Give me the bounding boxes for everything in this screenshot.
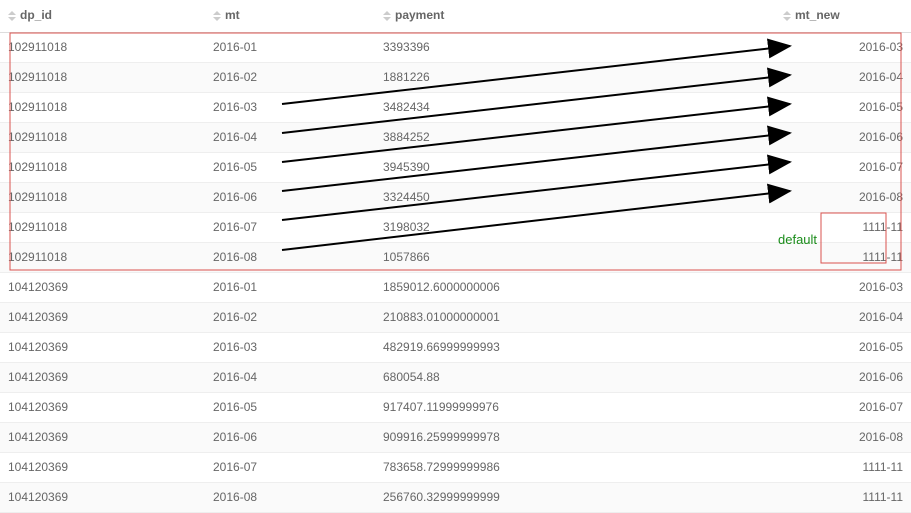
cell-payment: 917407.11999999976 [375, 392, 775, 422]
cell-mt: 2016-02 [205, 302, 375, 332]
col-header-mtnew[interactable]: mt_new [775, 0, 911, 32]
table-row: 1041203692016-05917407.119999999762016-0… [0, 392, 911, 422]
cell-mt_new: 2016-05 [775, 332, 911, 362]
table-row: 1029110182016-0133933962016-03 [0, 32, 911, 62]
cell-mt: 2016-03 [205, 92, 375, 122]
cell-mt: 2016-08 [205, 242, 375, 272]
cell-payment: 783658.72999999986 [375, 452, 775, 482]
col-header-label: mt_new [795, 8, 840, 22]
cell-mt_new: 1111-11 [775, 452, 911, 482]
cell-dp_id: 102911018 [0, 212, 205, 242]
col-header-label: payment [395, 8, 444, 22]
cell-mt: 2016-05 [205, 152, 375, 182]
table-row: 1041203692016-04680054.882016-06 [0, 362, 911, 392]
col-header-payment[interactable]: payment [375, 0, 775, 32]
annotation-default-label: default [778, 232, 817, 247]
cell-dp_id: 104120369 [0, 392, 205, 422]
cell-mt_new: 2016-08 [775, 422, 911, 452]
cell-payment: 3482434 [375, 92, 775, 122]
table-header-row: dp_id mt payment mt_new [0, 0, 911, 32]
cell-mt: 2016-02 [205, 62, 375, 92]
col-header-mt[interactable]: mt [205, 0, 375, 32]
cell-mt: 2016-03 [205, 332, 375, 362]
cell-dp_id: 102911018 [0, 152, 205, 182]
cell-mt: 2016-07 [205, 452, 375, 482]
cell-mt: 2016-04 [205, 122, 375, 152]
cell-payment: 909916.25999999978 [375, 422, 775, 452]
col-header-label: dp_id [20, 8, 52, 22]
cell-dp_id: 104120369 [0, 272, 205, 302]
cell-mt_new: 2016-03 [775, 32, 911, 62]
cell-payment: 210883.01000000001 [375, 302, 775, 332]
cell-dp_id: 102911018 [0, 122, 205, 152]
cell-mt: 2016-01 [205, 272, 375, 302]
table-row: 1041203692016-06909916.259999999782016-0… [0, 422, 911, 452]
cell-dp_id: 102911018 [0, 62, 205, 92]
cell-dp_id: 102911018 [0, 92, 205, 122]
cell-mt: 2016-06 [205, 422, 375, 452]
table-row: 1029110182016-0438842522016-06 [0, 122, 911, 152]
cell-payment: 3945390 [375, 152, 775, 182]
cell-mt_new: 2016-07 [775, 152, 911, 182]
cell-mt_new: 2016-07 [775, 392, 911, 422]
cell-mt_new: 2016-04 [775, 62, 911, 92]
table-row: 1041203692016-011859012.60000000062016-0… [0, 272, 911, 302]
cell-mt: 2016-06 [205, 182, 375, 212]
cell-mt: 2016-07 [205, 212, 375, 242]
table-row: 1029110182016-0810578661111-11 [0, 242, 911, 272]
table-row: 1041203692016-02210883.010000000012016-0… [0, 302, 911, 332]
cell-dp_id: 102911018 [0, 242, 205, 272]
col-header-dpid[interactable]: dp_id [0, 0, 205, 32]
cell-payment: 1881226 [375, 62, 775, 92]
table-row: 1029110182016-0334824342016-05 [0, 92, 911, 122]
cell-mt_new: 2016-08 [775, 182, 911, 212]
cell-dp_id: 104120369 [0, 422, 205, 452]
table-row: 1041203692016-03482919.669999999932016-0… [0, 332, 911, 362]
cell-dp_id: 104120369 [0, 302, 205, 332]
cell-dp_id: 102911018 [0, 182, 205, 212]
cell-mt: 2016-01 [205, 32, 375, 62]
cell-payment: 3884252 [375, 122, 775, 152]
cell-mt_new: 2016-04 [775, 302, 911, 332]
cell-mt: 2016-04 [205, 362, 375, 392]
cell-dp_id: 104120369 [0, 362, 205, 392]
table-row: 1029110182016-0539453902016-07 [0, 152, 911, 182]
cell-payment: 3393396 [375, 32, 775, 62]
cell-dp_id: 104120369 [0, 332, 205, 362]
cell-payment: 680054.88 [375, 362, 775, 392]
table-row: 1029110182016-0731980321111-11 [0, 212, 911, 242]
cell-payment: 3198032 [375, 212, 775, 242]
table-row: 1041203692016-07783658.729999999861111-1… [0, 452, 911, 482]
cell-payment: 1859012.6000000006 [375, 272, 775, 302]
table-row: 1029110182016-0633244502016-08 [0, 182, 911, 212]
col-header-label: mt [225, 8, 240, 22]
cell-mt_new: 2016-03 [775, 272, 911, 302]
cell-dp_id: 102911018 [0, 32, 205, 62]
data-table: dp_id mt payment mt_new 1029110182016-01… [0, 0, 911, 513]
cell-payment: 482919.66999999993 [375, 332, 775, 362]
cell-dp_id: 104120369 [0, 452, 205, 482]
cell-mt_new: 2016-06 [775, 122, 911, 152]
cell-payment: 3324450 [375, 182, 775, 212]
cell-payment: 1057866 [375, 242, 775, 272]
cell-mt_new: 2016-06 [775, 362, 911, 392]
table-row: 1029110182016-0218812262016-04 [0, 62, 911, 92]
cell-mt: 2016-05 [205, 392, 375, 422]
cell-mt_new: 2016-05 [775, 92, 911, 122]
